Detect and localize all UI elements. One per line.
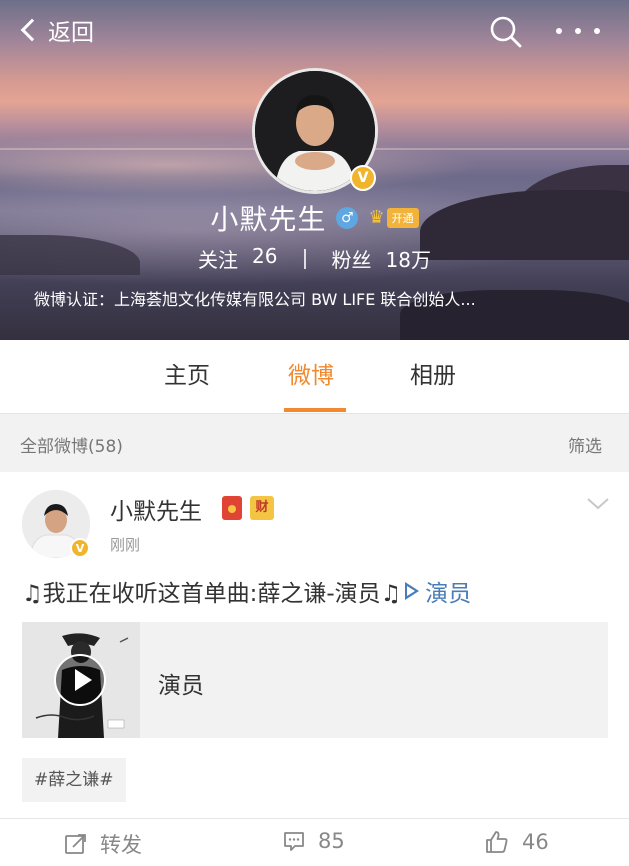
- followers-stat[interactable]: 粉丝 18万: [332, 244, 431, 273]
- profile-header: 返回 V 小默先生 ♂ ♛ 开通 关注 26 粉丝 18万 微博认证：上海荟旭文…: [0, 0, 629, 340]
- search-icon: [490, 16, 522, 48]
- repost-icon: [65, 834, 86, 854]
- more-icon: [575, 28, 581, 34]
- weibo-post: V 小默先生 财 刚刚 ♫我正在收听这首单曲:薛之谦-演员♫ 演员 演员 #薛之…: [0, 472, 629, 866]
- vip-label: 开通: [386, 208, 419, 228]
- redpacket-icon: [222, 496, 242, 520]
- following-label: 关注: [198, 248, 239, 272]
- like-icon: [486, 831, 508, 853]
- like-button[interactable]: 46: [484, 829, 549, 855]
- followers-label: 粉丝: [331, 248, 372, 272]
- comment-count: 85: [318, 829, 345, 853]
- post-text: ♫我正在收听这首单曲:薛之谦-演员♫ 演员: [22, 574, 471, 608]
- play-icon: [405, 582, 420, 600]
- profile-tabs: 主页 微博 相册: [0, 340, 629, 414]
- more-icon: [594, 28, 600, 34]
- following-stat[interactable]: 关注 26: [198, 244, 277, 273]
- topic-tag[interactable]: #薛之谦#: [22, 758, 126, 802]
- verified-icon: V: [70, 538, 90, 558]
- post-time: 刚刚: [110, 536, 141, 554]
- profile-name-row: 小默先生 ♂ ♛ 开通: [0, 198, 629, 238]
- repost-button[interactable]: 转发: [64, 829, 142, 859]
- profile-stats: 关注 26 粉丝 18万: [0, 244, 629, 273]
- stats-divider: [303, 248, 306, 269]
- tab-home[interactable]: 主页: [164, 340, 210, 413]
- song-link-label: 演员: [425, 581, 472, 607]
- cai-badge: 财: [250, 496, 274, 520]
- followers-count: 18万: [385, 248, 431, 272]
- post-author[interactable]: 小默先生: [110, 492, 202, 526]
- music-card-title: 演员: [158, 673, 204, 699]
- tab-weibo[interactable]: 微博: [288, 340, 334, 413]
- music-card[interactable]: 演员: [22, 622, 608, 738]
- filter-bar: 全部微博(58) 筛选: [0, 414, 629, 472]
- search-button[interactable]: [488, 14, 524, 50]
- album-cover: [22, 622, 140, 738]
- back-chevron-icon: [20, 18, 44, 42]
- active-tab-indicator: [284, 408, 346, 412]
- post-actions: 转发 85 46: [0, 819, 629, 866]
- like-count: 46: [522, 830, 549, 854]
- chevron-down-icon: [587, 498, 609, 510]
- song-link[interactable]: 演员: [405, 574, 471, 608]
- profile-name: 小默先生: [210, 203, 327, 236]
- verified-icon: V: [350, 165, 376, 191]
- comment-icon: [284, 832, 304, 851]
- back-button[interactable]: 返回: [18, 12, 94, 48]
- vip-crown-icon: ♛: [368, 207, 385, 228]
- filter-button[interactable]: 筛选: [568, 432, 602, 457]
- post-menu-button[interactable]: [586, 494, 610, 514]
- comment-button[interactable]: 85: [282, 829, 345, 853]
- following-count: 26: [252, 244, 278, 268]
- back-label: 返回: [48, 20, 94, 46]
- more-icon: [556, 28, 562, 34]
- repost-label: 转发: [100, 833, 142, 857]
- verification-text: 微博认证：上海荟旭文化传媒有限公司 BW LIFE 联合创始人...: [34, 290, 476, 309]
- play-button[interactable]: [54, 654, 106, 706]
- post-body: ♫我正在收听这首单曲:薛之谦-演员♫: [22, 581, 402, 607]
- male-icon: ♂: [336, 207, 359, 229]
- all-weibo-count: 全部微博(58): [20, 437, 123, 457]
- vip-open-button[interactable]: ♛ 开通: [368, 207, 419, 229]
- more-button[interactable]: [556, 18, 600, 44]
- tab-album[interactable]: 相册: [410, 340, 456, 413]
